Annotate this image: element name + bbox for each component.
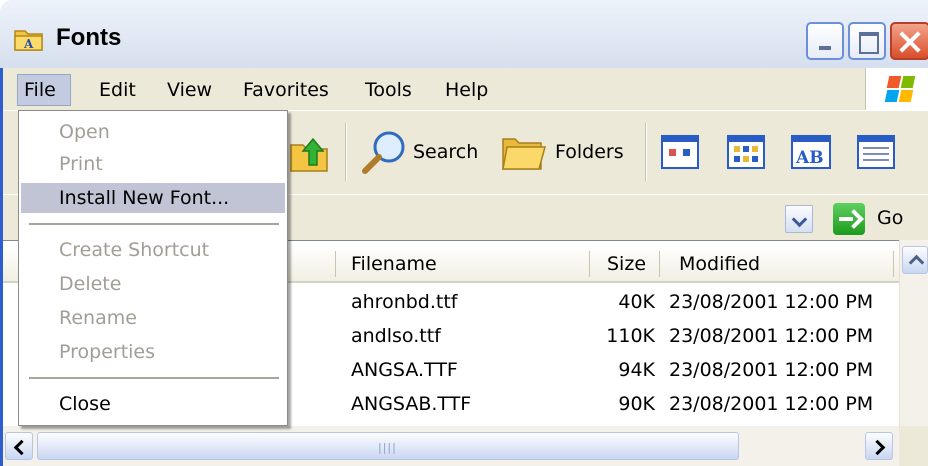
small-icons-view-icon[interactable] bbox=[727, 135, 765, 169]
modified-cell: 23/08/2001 12:00 PM bbox=[669, 393, 874, 415]
size-cell: 40K bbox=[618, 291, 655, 313]
maximize-button[interactable] bbox=[848, 22, 886, 60]
modified-cell: 23/08/2001 12:00 PM bbox=[669, 325, 874, 347]
fonts-folder-icon: A bbox=[14, 30, 43, 51]
column-header-modified[interactable]: Modified bbox=[679, 253, 760, 275]
menu-favorites[interactable]: Favorites bbox=[243, 76, 329, 104]
window-border bbox=[0, 68, 3, 466]
menu-item-rename[interactable]: Rename bbox=[21, 303, 285, 333]
details-view-icon[interactable] bbox=[857, 135, 895, 169]
menu-tools[interactable]: Tools bbox=[365, 76, 412, 104]
large-icons-view-icon[interactable] bbox=[661, 135, 699, 169]
scroll-up-button[interactable] bbox=[902, 246, 928, 274]
modified-cell: 23/08/2001 12:00 PM bbox=[669, 291, 874, 313]
toolbar-separator bbox=[645, 123, 647, 181]
size-cell: 110K bbox=[606, 325, 655, 347]
vertical-scrollbar[interactable] bbox=[899, 240, 928, 426]
menu-item-create-shortcut[interactable]: Create Shortcut bbox=[21, 235, 285, 265]
menu-separator bbox=[29, 377, 279, 379]
search-button[interactable]: Search bbox=[413, 141, 478, 163]
go-arrow-icon[interactable] bbox=[833, 203, 865, 235]
windows-logo-icon bbox=[865, 68, 928, 110]
close-window-button[interactable] bbox=[890, 22, 928, 60]
menu-bar: File Edit View Favorites Tools Help bbox=[0, 68, 928, 110]
filename-cell: andlso.ttf bbox=[351, 325, 441, 347]
title-bar[interactable]: A Fonts bbox=[0, 0, 928, 68]
menu-item-open[interactable]: Open bbox=[21, 117, 285, 147]
filename-cell: ANGSA.TTF bbox=[351, 359, 458, 381]
address-dropdown-button[interactable] bbox=[785, 205, 813, 233]
size-cell: 94K bbox=[618, 359, 655, 381]
filename-cell: ahronbd.ttf bbox=[351, 291, 458, 313]
filename-cell: ANGSAB.TTF bbox=[351, 393, 472, 415]
menu-help[interactable]: Help bbox=[445, 76, 488, 104]
size-cell: 90K bbox=[618, 393, 655, 415]
column-separator[interactable] bbox=[589, 251, 590, 277]
menu-item-properties[interactable]: Properties bbox=[21, 337, 285, 367]
file-menu-dropdown: Open Print Install New Font... Create Sh… bbox=[18, 110, 288, 426]
menu-item-install-new-font[interactable]: Install New Font... bbox=[21, 183, 285, 213]
resize-grip[interactable] bbox=[899, 426, 928, 466]
window-title: Fonts bbox=[56, 24, 122, 51]
toolbar-separator bbox=[345, 123, 347, 181]
svg-text:A: A bbox=[23, 37, 34, 51]
column-header-size[interactable]: Size bbox=[607, 253, 646, 275]
menu-view[interactable]: View bbox=[167, 76, 212, 104]
scroll-left-button[interactable] bbox=[5, 432, 33, 460]
modified-cell: 23/08/2001 12:00 PM bbox=[669, 359, 874, 381]
folders-icon[interactable] bbox=[501, 131, 547, 173]
column-separator[interactable] bbox=[893, 251, 894, 277]
search-icon[interactable] bbox=[359, 127, 409, 177]
column-separator[interactable] bbox=[659, 251, 660, 277]
scroll-grip-icon: |||| bbox=[378, 441, 397, 454]
font-preview-view-icon[interactable]: AB bbox=[791, 135, 831, 169]
menu-item-print[interactable]: Print bbox=[21, 149, 285, 179]
menu-item-delete[interactable]: Delete bbox=[21, 269, 285, 299]
minimize-button[interactable] bbox=[806, 22, 844, 60]
menu-separator bbox=[29, 223, 279, 225]
horizontal-scrollbar[interactable]: |||| bbox=[3, 426, 899, 466]
menu-edit[interactable]: Edit bbox=[99, 76, 136, 104]
svg-text:AB: AB bbox=[795, 148, 824, 168]
up-folder-icon[interactable] bbox=[287, 131, 331, 175]
menu-file[interactable]: File bbox=[17, 74, 71, 106]
folders-button[interactable]: Folders bbox=[555, 141, 624, 163]
menu-item-close[interactable]: Close bbox=[21, 389, 285, 419]
column-separator[interactable] bbox=[335, 251, 336, 277]
horizontal-scroll-thumb[interactable]: |||| bbox=[37, 432, 739, 460]
go-button[interactable]: Go bbox=[877, 207, 903, 229]
column-header-filename[interactable]: Filename bbox=[351, 253, 437, 275]
title-bar-background bbox=[0, 0, 928, 68]
scroll-right-button[interactable] bbox=[865, 432, 893, 460]
